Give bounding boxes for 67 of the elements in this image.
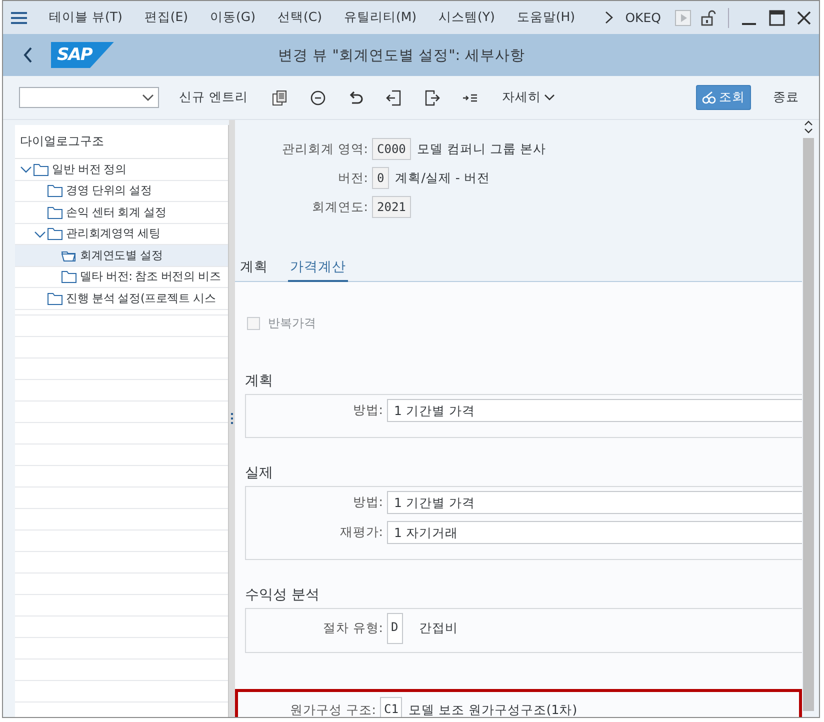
group-title: 계획 xyxy=(245,372,274,390)
dropdown-field[interactable]: 1 기간별 가격 xyxy=(387,491,802,514)
new-entries-button[interactable]: 신규 엔트리 xyxy=(177,87,250,108)
group-title: 실제 xyxy=(245,464,274,482)
tree-item[interactable]: 회계연도별 설정 xyxy=(15,245,228,266)
minus-circle-icon[interactable] xyxy=(310,90,326,106)
checkbox-label: 반복가격 xyxy=(268,315,316,332)
more-button[interactable]: 자세히 xyxy=(496,88,561,107)
dropdown-field[interactable]: 1 기간별 가격 xyxy=(387,399,802,422)
previous-entry-icon[interactable] xyxy=(386,90,402,106)
field-description: 모델 보조 원가구성구조(1차) xyxy=(408,702,578,717)
command-field[interactable] xyxy=(19,87,159,108)
chevron-right-icon[interactable] xyxy=(605,11,614,24)
copy-icon[interactable] xyxy=(272,90,288,106)
folder-icon xyxy=(47,292,63,305)
scrollbar-thumb[interactable] xyxy=(802,138,814,711)
glasses-icon xyxy=(702,91,716,104)
menu-item[interactable]: 이동(G) xyxy=(210,9,256,26)
menu-item[interactable]: 편집(E) xyxy=(144,9,188,26)
menu-item[interactable]: 테이블 뷰(T) xyxy=(49,9,122,26)
readonly-field: 2021 xyxy=(372,196,411,218)
lock-icon[interactable] xyxy=(701,10,716,26)
menu-item[interactable]: 선택(C) xyxy=(277,9,322,26)
group-title: 수익성 분석 xyxy=(245,586,320,604)
tree-item[interactable]: 관리회계영역 세팅 xyxy=(15,224,228,245)
menu-item[interactable]: 도움말(H) xyxy=(516,9,576,26)
back-icon[interactable] xyxy=(23,47,33,63)
tab[interactable]: 계획 xyxy=(238,258,270,282)
field-label: 버전: xyxy=(336,170,369,186)
next-entry-icon[interactable] xyxy=(424,90,440,106)
field-description: 계획/실제 - 버전 xyxy=(395,170,490,186)
scroll-arrows-icon[interactable] xyxy=(804,120,812,134)
menu-item[interactable]: 유틸리티(M) xyxy=(344,9,417,26)
field-description: 간접비 xyxy=(419,620,458,637)
tree-item[interactable]: 경영 단위의 설정 xyxy=(15,180,228,202)
splitter-handle-icon[interactable] xyxy=(231,413,233,424)
transaction-code: OKEQ xyxy=(625,10,661,25)
field-label: 회계연도: xyxy=(310,198,369,216)
field-label: 재평가: xyxy=(338,524,384,541)
folder-icon xyxy=(61,270,77,284)
chevron-down-icon xyxy=(544,94,555,101)
menu-icon[interactable] xyxy=(11,10,27,24)
maximize-icon[interactable] xyxy=(769,10,785,26)
field-label: 절차 유형: xyxy=(322,620,384,637)
input-field[interactable]: D xyxy=(387,613,403,644)
field-description: 모델 컴퍼니 그룹 본사 xyxy=(416,140,546,158)
field-label: 방법: xyxy=(352,494,384,511)
field-label: 방법: xyxy=(352,402,384,419)
exit-button[interactable]: 종료 xyxy=(767,88,805,107)
menu-item[interactable]: 시스템(Y) xyxy=(438,9,495,26)
readonly-field: 0 xyxy=(372,167,390,189)
folder-icon xyxy=(47,206,63,219)
window-title: 변경 뷰 "회계연도별 설정": 세부사항 xyxy=(277,46,526,64)
logo: SAP xyxy=(51,42,114,68)
chevron-down-icon[interactable] xyxy=(142,94,154,102)
close-icon[interactable] xyxy=(797,10,811,24)
folder-icon xyxy=(47,184,63,198)
field-label: 원가구성 구조: xyxy=(288,702,377,717)
folder-icon xyxy=(47,227,63,240)
field-label: 관리회계 영역: xyxy=(280,140,369,158)
readonly-field: C000 xyxy=(372,138,411,160)
dropdown-field[interactable]: 1 자기거래 xyxy=(387,521,802,544)
tree-item[interactable]: 델타 버전: 참조 버전의 비즈 xyxy=(15,266,228,288)
open-folder-icon xyxy=(61,248,77,262)
folder-icon xyxy=(33,162,49,176)
input-field[interactable]: C1 xyxy=(380,697,402,717)
undo-icon[interactable] xyxy=(348,90,364,106)
